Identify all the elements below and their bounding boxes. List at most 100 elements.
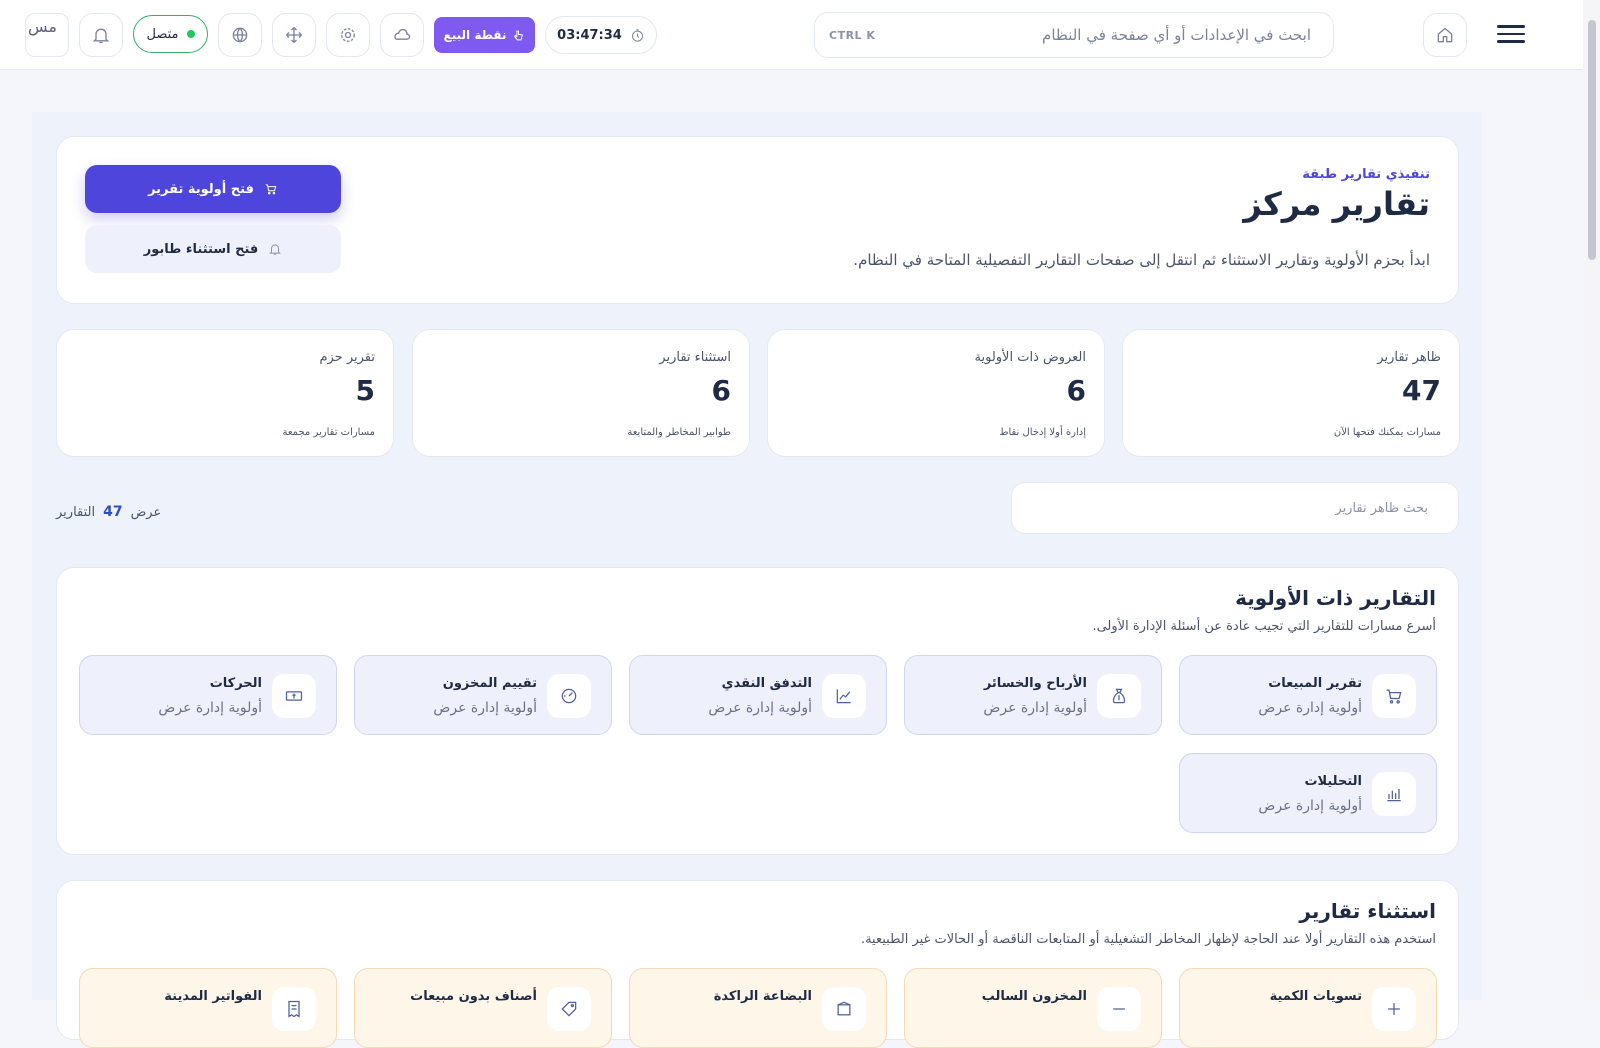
tile-inventory-valuation[interactable]: تقييم المخزون أولوية إدارة عرض <box>354 655 612 735</box>
tile-title: تسويات الكمية <box>1269 989 1362 1004</box>
point-of-sale-button[interactable]: نقطة البيع <box>434 17 535 53</box>
tile-icon-box <box>1372 987 1416 1031</box>
logo-alt-text: مس <box>28 17 57 36</box>
global-search-input[interactable]: ابحث في الإعدادات أو أي صفحة في النظام C… <box>814 12 1334 58</box>
tile-cash-flow[interactable]: التدفق النقدي أولوية إدارة عرض <box>629 655 887 735</box>
move-arrows-icon <box>286 27 302 43</box>
count-value: 47 <box>103 504 123 520</box>
gear-icon <box>341 28 355 42</box>
hero-eyebrow: تنفيذي تقارير طبقة <box>1302 167 1430 182</box>
tile-subtitle: أولوية إدارة عرض <box>158 700 262 716</box>
stat-sub: طوابير المخاطر والمتابعة <box>627 427 731 438</box>
notifications-button[interactable] <box>79 13 123 57</box>
stat-sub: مسارات يمكنك فتحها الآن <box>1333 427 1441 438</box>
cash-icon <box>285 691 303 701</box>
tile-icon-box <box>822 674 866 718</box>
money-bag-icon <box>1112 688 1126 704</box>
box-icon <box>837 1001 851 1016</box>
tile-items-without-sales[interactable]: أصناف بدون مبيعات <box>354 968 612 1048</box>
tile-icon-box <box>822 987 866 1031</box>
count-prefix: عرض <box>130 504 162 520</box>
tag-icon <box>561 1001 577 1017</box>
section-title: استثناء تقارير <box>1299 899 1436 923</box>
stat-card-exception-reports: استثناء تقارير 6 طوابير المخاطر والمتابع… <box>412 329 750 457</box>
open-priority-report-button[interactable]: فتح أولوية تقرير <box>85 165 341 213</box>
tile-subtitle: أولوية إدارة عرض <box>708 700 812 716</box>
report-search-placeholder: بحث ظاهر تقارير <box>1335 500 1428 516</box>
hero-card: تنفيذي تقارير طبقة تقارير مركز ابدأ بحزم… <box>56 136 1459 304</box>
bar-chart-icon <box>1387 789 1401 802</box>
tile-slow-moving-stock[interactable]: البضاعة الراكدة <box>629 968 887 1048</box>
tile-receivable-invoices[interactable]: الفواتير المدينة <box>79 968 337 1048</box>
tile-subtitle: أولوية إدارة عرض <box>1258 798 1362 814</box>
hero-description: ابدأ بحزم الأولوية وتقارير الاستثناء ثم … <box>853 251 1430 269</box>
tile-title: التحليلات <box>1304 774 1362 789</box>
tile-movements[interactable]: الحركات أولوية إدارة عرض <box>79 655 337 735</box>
tile-subtitle: أولوية إدارة عرض <box>983 700 1087 716</box>
minus-icon <box>1113 1008 1125 1010</box>
company-logo[interactable]: مس <box>25 13 69 57</box>
tile-title: أصناف بدون مبيعات <box>410 989 537 1004</box>
tile-icon-box <box>272 674 316 718</box>
report-count: عرض 47 التقارير <box>56 504 161 520</box>
tile-title: التدفق النقدي <box>721 676 812 691</box>
stopwatch-icon <box>631 28 643 42</box>
pos-label: نقطة البيع <box>443 28 507 42</box>
connection-status-label: متصل <box>146 26 179 42</box>
pointer-icon <box>514 30 524 40</box>
stat-value: 6 <box>711 374 731 407</box>
tile-quantity-adjustments[interactable]: تسويات الكمية <box>1179 968 1437 1048</box>
tile-title: تقييم المخزون <box>442 676 537 691</box>
menu-icon[interactable] <box>1497 20 1525 46</box>
tile-profit-loss[interactable]: الأرباح والخسائر أولوية إدارة عرض <box>904 655 1162 735</box>
page-scrollbar[interactable] <box>1583 0 1600 1000</box>
gauge-icon <box>561 688 577 704</box>
tile-subtitle: أولوية إدارة عرض <box>1258 700 1362 716</box>
section-title: التقارير ذات الأولوية <box>1235 586 1436 610</box>
home-button[interactable] <box>1423 13 1467 57</box>
stat-sub: إدارة أولا إدخال نقاط <box>999 427 1086 438</box>
tile-analytics[interactable]: التحليلات أولوية إدارة عرض <box>1179 753 1437 833</box>
adjust-icon <box>1388 1003 1400 1015</box>
tile-title: المخزون السالب <box>981 989 1087 1004</box>
secondary-button-label: فتح استثناء طابور <box>143 241 259 257</box>
session-timer: 03:47:34 <box>545 16 657 54</box>
tile-subtitle: أولوية إدارة عرض <box>433 700 537 716</box>
scrollbar-thumb[interactable] <box>1588 20 1596 260</box>
stat-label: استثناء تقارير <box>659 350 731 365</box>
tile-title: الأرباح والخسائر <box>983 676 1087 691</box>
stat-label: ظاهر تقارير <box>1377 350 1441 365</box>
settings-button[interactable] <box>326 13 370 57</box>
tile-icon-box <box>547 987 591 1031</box>
global-search-placeholder: ابحث في الإعدادات أو أي صفحة في النظام <box>1042 26 1311 44</box>
tile-icon-box <box>1097 674 1141 718</box>
stat-card-priority-views: العروض ذات الأولوية 6 إدارة أولا إدخال ن… <box>767 329 1105 457</box>
tile-negative-stock[interactable]: المخزون السالب <box>904 968 1162 1048</box>
language-button[interactable] <box>218 13 262 57</box>
tile-sales-report[interactable]: تقرير المبيعات أولوية إدارة عرض <box>1179 655 1437 735</box>
theme-toggle-button[interactable] <box>380 13 424 57</box>
moon-cloud-icon <box>394 28 411 40</box>
tile-title: البضاعة الراكدة <box>713 989 812 1004</box>
page-title: تقارير مركز <box>1243 185 1430 223</box>
stat-label: تقرير حزم <box>319 350 375 365</box>
stat-sub: مسارات تقارير مجمعة <box>282 427 376 438</box>
tile-title: الفواتير المدينة <box>164 989 262 1004</box>
tile-icon-box <box>1097 987 1141 1031</box>
stat-label: العروض ذات الأولوية <box>974 350 1086 365</box>
fullscreen-button[interactable] <box>272 13 316 57</box>
timer-value: 03:47:34 <box>557 27 622 43</box>
exception-reports-section: استثناء تقارير استخدم هذه التقارير أولا … <box>56 880 1459 1048</box>
stat-value: 6 <box>1066 374 1086 407</box>
open-exception-queue-button[interactable]: فتح استثناء طابور <box>85 225 341 273</box>
cart-icon <box>1386 689 1402 704</box>
bell-icon <box>269 244 282 255</box>
connection-status-badge: متصل <box>133 15 208 53</box>
section-description: استخدم هذه التقارير أولا عند الحاجة لإظه… <box>860 932 1436 947</box>
tile-icon-box <box>547 674 591 718</box>
stat-card-visible-reports: ظاهر تقارير 47 مسارات يمكنك فتحها الآن <box>1122 329 1460 457</box>
top-bar: ابحث في الإعدادات أو أي صفحة في النظام C… <box>0 0 1583 70</box>
tile-title: الحركات <box>209 676 262 691</box>
stat-value: 47 <box>1402 374 1441 407</box>
report-search-input[interactable]: بحث ظاهر تقارير <box>1011 482 1459 534</box>
